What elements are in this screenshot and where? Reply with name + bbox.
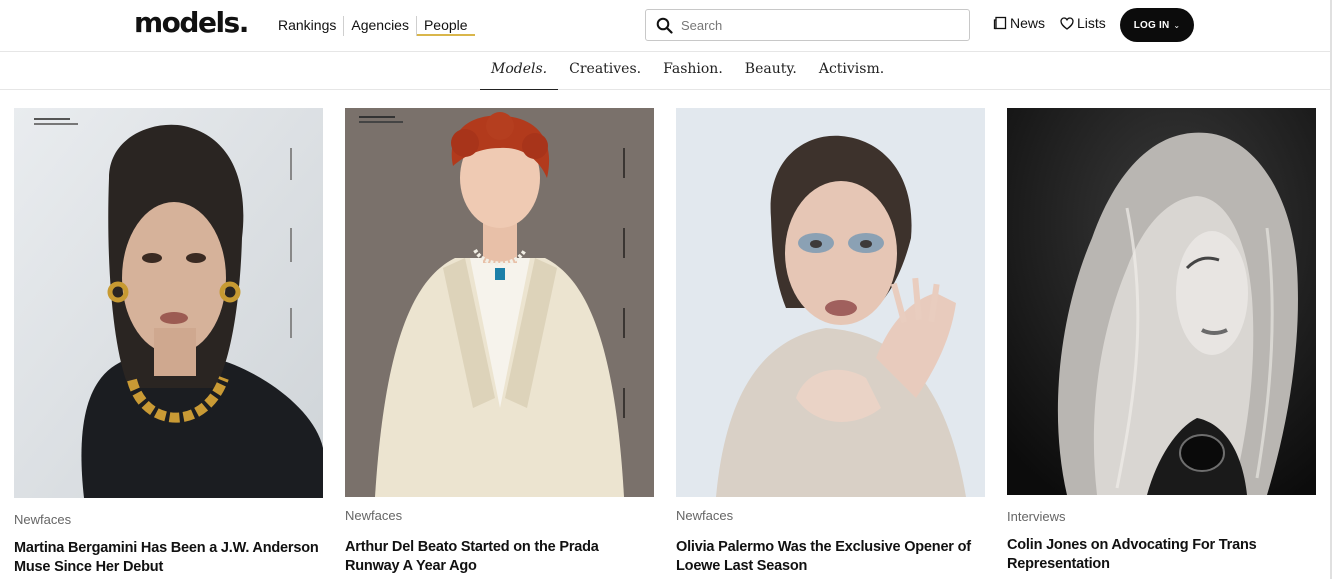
article-photo[interactable] bbox=[676, 108, 985, 497]
nav-people[interactable]: People bbox=[416, 16, 475, 36]
article-headline[interactable]: Olivia Palermo Was the Exclusive Opener … bbox=[676, 538, 985, 576]
subnav-fashion[interactable]: Fashion. bbox=[652, 52, 734, 90]
search-box[interactable] bbox=[645, 9, 970, 41]
heart-icon bbox=[1060, 16, 1074, 30]
article-card[interactable]: Newfaces Olivia Palermo Was the Exclusiv… bbox=[676, 108, 985, 576]
top-header: models. Rankings Agencies People News Li… bbox=[0, 0, 1332, 52]
lists-link[interactable]: Lists bbox=[1060, 15, 1106, 31]
nav-rankings[interactable]: Rankings bbox=[278, 16, 343, 36]
article-card[interactable]: Interviews Colin Jones on Advocating For… bbox=[1007, 108, 1316, 574]
article-category[interactable]: Interviews bbox=[1007, 509, 1316, 524]
article-category[interactable]: Newfaces bbox=[345, 508, 654, 523]
article-photo[interactable] bbox=[14, 108, 323, 498]
main-nav: Rankings Agencies People bbox=[278, 16, 475, 36]
subnav-activism[interactable]: Activism. bbox=[808, 52, 895, 90]
article-category[interactable]: Newfaces bbox=[14, 512, 323, 527]
article-headline[interactable]: Arthur Del Beato Started on the Prada Ru… bbox=[345, 538, 654, 576]
search-input[interactable] bbox=[681, 17, 951, 33]
news-label: News bbox=[1010, 15, 1046, 31]
lists-label: Lists bbox=[1077, 15, 1106, 31]
utility-links: News Lists bbox=[993, 15, 1121, 31]
article-headline[interactable]: Martina Bergamini Has Been a J.W. Anders… bbox=[14, 539, 323, 577]
site-logo[interactable]: models. bbox=[134, 6, 249, 39]
article-photo[interactable] bbox=[345, 108, 654, 497]
chevron-down-icon: ⌄ bbox=[1173, 20, 1181, 30]
news-icon bbox=[993, 16, 1007, 30]
sub-nav: Models. Creatives. Fashion. Beauty. Acti… bbox=[0, 52, 1332, 90]
subnav-creatives[interactable]: Creatives. bbox=[558, 52, 652, 90]
nav-agencies[interactable]: Agencies bbox=[344, 16, 416, 36]
news-link[interactable]: News bbox=[993, 15, 1045, 31]
subnav-models[interactable]: Models. bbox=[480, 52, 559, 90]
article-card[interactable]: Newfaces Martina Bergamini Has Been a J.… bbox=[14, 108, 323, 577]
login-button[interactable]: LOG IN ⌄ bbox=[1120, 8, 1194, 42]
article-category[interactable]: Newfaces bbox=[676, 508, 985, 523]
article-card[interactable]: Newfaces Arthur Del Beato Started on the… bbox=[345, 108, 654, 576]
subnav-beauty[interactable]: Beauty. bbox=[734, 52, 808, 90]
article-headline[interactable]: Colin Jones on Advocating For Trans Repr… bbox=[1007, 536, 1316, 574]
login-label: LOG IN bbox=[1133, 19, 1170, 31]
search-icon bbox=[656, 17, 673, 34]
article-photo[interactable] bbox=[1007, 108, 1316, 495]
